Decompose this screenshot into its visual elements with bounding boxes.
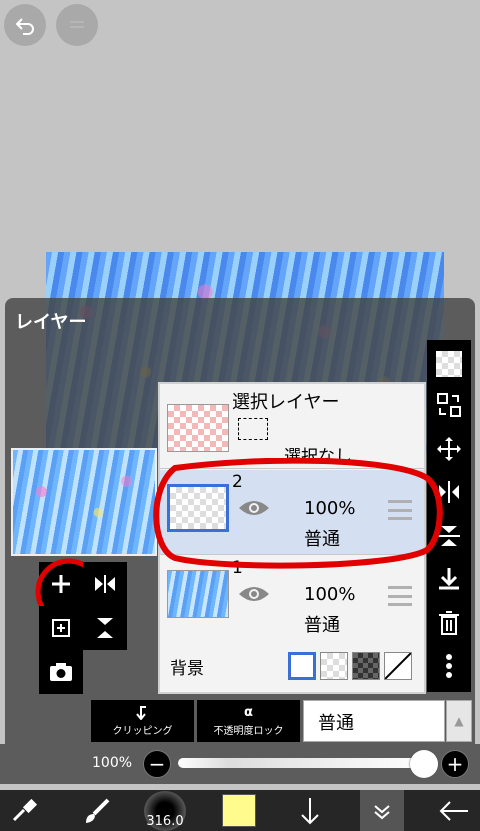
- flip-vertical-icon: [97, 618, 113, 638]
- bottom-toolbar: 316.0: [0, 790, 480, 831]
- background-row: 背景: [160, 640, 424, 692]
- blend-mode-select[interactable]: 普通: [303, 700, 445, 742]
- tool-switch-button[interactable]: [0, 790, 50, 831]
- swap-layer-button[interactable]: [434, 390, 464, 420]
- red-ellipse-annotation: [153, 458, 443, 569]
- background-light-checker-option[interactable]: [320, 652, 348, 680]
- alpha-lock-label: 不透明度ロック: [213, 726, 284, 737]
- alpha-lock-button[interactable]: α 不透明度ロック: [197, 700, 300, 742]
- layer-thumbnail: [167, 570, 229, 618]
- add-layer-button[interactable]: [35, 558, 89, 612]
- camera-icon: [50, 663, 72, 681]
- selection-layer-thumbnail: [167, 404, 229, 452]
- background-label: 背景: [170, 659, 204, 679]
- transparency-checker-button[interactable]: [436, 350, 462, 377]
- duplicate-layer-button[interactable]: [39, 606, 83, 650]
- camera-button[interactable]: [39, 650, 83, 694]
- double-chevron-down-icon: [374, 804, 390, 819]
- flip-vertical-button[interactable]: [83, 606, 127, 650]
- more-vertical-icon: [446, 654, 452, 679]
- trash-icon: [439, 610, 459, 635]
- layer-panel-toggle-button[interactable]: [360, 790, 404, 831]
- selection-layer-row[interactable]: 選択レイヤー 選択なし: [160, 384, 424, 469]
- opacity-slider-track[interactable]: [178, 758, 428, 768]
- menu-icon: [70, 21, 84, 28]
- arrow-down-icon: [301, 797, 319, 824]
- clipping-button[interactable]: クリッピング: [91, 700, 194, 742]
- redo-button[interactable]: [56, 4, 98, 46]
- red-circle-annotation: [35, 558, 89, 612]
- opacity-value-label: 100%: [92, 755, 133, 771]
- drag-handle-icon[interactable]: [388, 586, 412, 606]
- layer-panel: レイヤー 選択レイヤー 選択なし 2 100% 普通 1 100% 普通 背景: [5, 298, 475, 744]
- back-button[interactable]: [430, 790, 478, 831]
- brush-size-label: 316.0: [146, 814, 184, 829]
- panel-title: レイヤー: [15, 312, 87, 333]
- layer-opacity: 100%: [304, 584, 356, 605]
- background-transparent-option[interactable]: [384, 652, 412, 680]
- background-dark-checker-option[interactable]: [352, 652, 380, 680]
- merge-down-icon: [439, 568, 459, 590]
- diagonal-slash-icon: [384, 652, 412, 680]
- layer-preview-thumbnail: [11, 448, 157, 556]
- delete-layer-button[interactable]: [434, 608, 464, 638]
- more-options-button[interactable]: [434, 651, 464, 681]
- opacity-increase-button[interactable]: +: [441, 750, 469, 778]
- swap-icon: [437, 393, 461, 418]
- blend-mode-dropdown-arrow-icon[interactable]: ▲: [446, 700, 472, 742]
- layer-down-button[interactable]: [290, 790, 330, 831]
- flip-horizontal-button[interactable]: [83, 562, 127, 606]
- brush-tool-button[interactable]: [74, 790, 120, 831]
- layer-bottom-controls: クリッピング α 不透明度ロック 普通 ▲: [0, 700, 480, 744]
- layer-blend-mode: 普通: [304, 615, 340, 636]
- opacity-slider-bar: 100% − +: [0, 744, 480, 784]
- clipping-label: クリッピング: [112, 725, 173, 737]
- visibility-eye-icon[interactable]: [238, 584, 270, 604]
- selection-marquee-icon: [238, 418, 268, 440]
- arrow-left-icon: [439, 800, 468, 821]
- clipping-arrow-icon: [135, 705, 146, 720]
- alpha-lock-icon: α: [244, 705, 253, 720]
- undo-icon: [15, 18, 34, 35]
- background-white-option[interactable]: [288, 652, 316, 680]
- brush-icon: [86, 798, 110, 823]
- pen-eraser-icon: [12, 798, 38, 821]
- opacity-slider-knob[interactable]: [410, 750, 438, 778]
- undo-button[interactable]: [4, 4, 46, 46]
- copy-icon: [52, 619, 70, 637]
- selection-layer-title: 選択レイヤー: [232, 392, 340, 413]
- opacity-decrease-button[interactable]: −: [143, 750, 171, 778]
- current-color-swatch[interactable]: [222, 794, 256, 827]
- flip-horizontal-icon: [95, 575, 115, 593]
